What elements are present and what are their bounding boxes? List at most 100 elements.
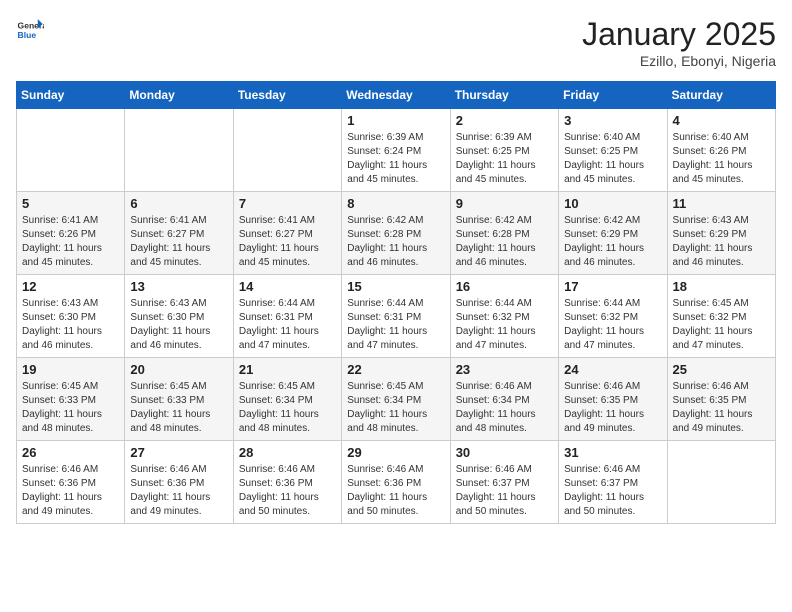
weekday-header-saturday: Saturday: [667, 82, 775, 109]
day-info: Sunrise: 6:39 AMSunset: 6:25 PMDaylight:…: [456, 131, 553, 187]
logo-icon: General Blue: [16, 16, 44, 44]
day-number: 7: [239, 196, 336, 211]
calendar-cell: 18 Sunrise: 6:45 AMSunset: 6:32 PMDayligh…: [667, 275, 775, 358]
calendar-cell: 4 Sunrise: 6:40 AMSunset: 6:26 PMDaylight…: [667, 109, 775, 192]
calendar-cell: 16Sunrise: 6:44 AMSunset: 6:32 PMDayligh…: [450, 275, 558, 358]
week-row-3: 12 Sunrise: 6:43 AMSunset: 6:30 PMDayligh…: [17, 275, 776, 358]
day-info: Sunrise: 6:42 AMSunset: 6:28 PMDaylight:…: [347, 214, 444, 270]
day-number: 11: [673, 196, 770, 211]
day-info: Sunrise: 6:42 AMSunset: 6:29 PMDaylight:…: [564, 214, 661, 270]
calendar-cell: 25 Sunrise: 6:46 AMSunset: 6:35 PMDayligh…: [667, 358, 775, 441]
day-info: Sunrise: 6:44 AMSunset: 6:31 PMDaylight:…: [239, 297, 336, 353]
day-info: Sunrise: 6:45 AMSunset: 6:33 PMDaylight:…: [130, 380, 227, 436]
calendar-cell: 29 Sunrise: 6:46 AMSunset: 6:36 PMDayligh…: [342, 441, 450, 524]
day-number: 8: [347, 196, 444, 211]
day-info: Sunrise: 6:41 AMSunset: 6:26 PMDaylight:…: [22, 214, 119, 270]
calendar-cell: 30 Sunrise: 6:46 AMSunset: 6:37 PMDayligh…: [450, 441, 558, 524]
day-number: 1: [347, 113, 444, 128]
calendar-cell: 6 Sunrise: 6:41 AMSunset: 6:27 PMDaylight…: [125, 192, 233, 275]
day-info: Sunrise: 6:44 AMSunset: 6:32 PMDaylight:…: [456, 297, 553, 353]
day-info: Sunrise: 6:45 AMSunset: 6:32 PMDaylight:…: [673, 297, 770, 353]
calendar-cell: 13 Sunrise: 6:43 AMSunset: 6:30 PMDayligh…: [125, 275, 233, 358]
calendar-cell: 24Sunrise: 6:46 AMSunset: 6:35 PMDayligh…: [559, 358, 667, 441]
weekday-header-monday: Monday: [125, 82, 233, 109]
day-info: Sunrise: 6:41 AMSunset: 6:27 PMDaylight:…: [239, 214, 336, 270]
subtitle: Ezillo, Ebonyi, Nigeria: [582, 53, 776, 69]
weekday-header-wednesday: Wednesday: [342, 82, 450, 109]
day-number: 14: [239, 279, 336, 294]
day-number: 18: [673, 279, 770, 294]
calendar-cell: 21 Sunrise: 6:45 AMSunset: 6:34 PMDayligh…: [233, 358, 341, 441]
day-info: Sunrise: 6:45 AMSunset: 6:34 PMDaylight:…: [347, 380, 444, 436]
calendar-cell: [233, 109, 341, 192]
calendar-cell: 5 Sunrise: 6:41 AMSunset: 6:26 PMDaylight…: [17, 192, 125, 275]
calendar-cell: [667, 441, 775, 524]
day-number: 15: [347, 279, 444, 294]
day-number: 17: [564, 279, 661, 294]
day-info: Sunrise: 6:46 AMSunset: 6:36 PMDaylight:…: [22, 463, 119, 519]
day-info: Sunrise: 6:43 AMSunset: 6:30 PMDaylight:…: [22, 297, 119, 353]
day-info: Sunrise: 6:44 AMSunset: 6:31 PMDaylight:…: [347, 297, 444, 353]
weekday-header-sunday: Sunday: [17, 82, 125, 109]
calendar-cell: 23 Sunrise: 6:46 AMSunset: 6:34 PMDayligh…: [450, 358, 558, 441]
day-number: 6: [130, 196, 227, 211]
calendar-cell: 26 Sunrise: 6:46 AMSunset: 6:36 PMDayligh…: [17, 441, 125, 524]
svg-text:Blue: Blue: [18, 30, 37, 40]
day-number: 2: [456, 113, 553, 128]
calendar-cell: 19 Sunrise: 6:45 AMSunset: 6:33 PMDayligh…: [17, 358, 125, 441]
calendar-cell: 14 Sunrise: 6:44 AMSunset: 6:31 PMDayligh…: [233, 275, 341, 358]
day-info: Sunrise: 6:46 AMSunset: 6:37 PMDaylight:…: [564, 463, 661, 519]
weekday-header-tuesday: Tuesday: [233, 82, 341, 109]
day-number: 10: [564, 196, 661, 211]
day-info: Sunrise: 6:41 AMSunset: 6:27 PMDaylight:…: [130, 214, 227, 270]
day-info: Sunrise: 6:46 AMSunset: 6:37 PMDaylight:…: [456, 463, 553, 519]
day-number: 21: [239, 362, 336, 377]
logo: General Blue: [16, 16, 44, 44]
day-number: 29: [347, 445, 444, 460]
title-block: January 2025 Ezillo, Ebonyi, Nigeria: [582, 16, 776, 69]
day-info: Sunrise: 6:39 AMSunset: 6:24 PMDaylight:…: [347, 131, 444, 187]
day-number: 23: [456, 362, 553, 377]
day-number: 25: [673, 362, 770, 377]
day-number: 30: [456, 445, 553, 460]
week-row-1: 1 Sunrise: 6:39 AMSunset: 6:24 PMDaylight…: [17, 109, 776, 192]
month-title: January 2025: [582, 16, 776, 53]
day-number: 28: [239, 445, 336, 460]
day-info: Sunrise: 6:43 AMSunset: 6:30 PMDaylight:…: [130, 297, 227, 353]
calendar-cell: 9 Sunrise: 6:42 AMSunset: 6:28 PMDaylight…: [450, 192, 558, 275]
day-info: Sunrise: 6:46 AMSunset: 6:36 PMDaylight:…: [130, 463, 227, 519]
calendar-cell: [125, 109, 233, 192]
calendar-cell: 20Sunrise: 6:45 AMSunset: 6:33 PMDayligh…: [125, 358, 233, 441]
day-number: 12: [22, 279, 119, 294]
day-number: 5: [22, 196, 119, 211]
day-info: Sunrise: 6:45 AMSunset: 6:33 PMDaylight:…: [22, 380, 119, 436]
day-number: 4: [673, 113, 770, 128]
day-info: Sunrise: 6:46 AMSunset: 6:35 PMDaylight:…: [673, 380, 770, 436]
calendar-cell: 12 Sunrise: 6:43 AMSunset: 6:30 PMDayligh…: [17, 275, 125, 358]
calendar-cell: 22 Sunrise: 6:45 AMSunset: 6:34 PMDayligh…: [342, 358, 450, 441]
calendar-cell: 27Sunrise: 6:46 AMSunset: 6:36 PMDayligh…: [125, 441, 233, 524]
day-info: Sunrise: 6:46 AMSunset: 6:34 PMDaylight:…: [456, 380, 553, 436]
day-number: 31: [564, 445, 661, 460]
day-info: Sunrise: 6:40 AMSunset: 6:26 PMDaylight:…: [673, 131, 770, 187]
day-number: 9: [456, 196, 553, 211]
calendar-cell: 10 Sunrise: 6:42 AMSunset: 6:29 PMDayligh…: [559, 192, 667, 275]
calendar-cell: 17 Sunrise: 6:44 AMSunset: 6:32 PMDayligh…: [559, 275, 667, 358]
day-info: Sunrise: 6:44 AMSunset: 6:32 PMDaylight:…: [564, 297, 661, 353]
week-row-4: 19 Sunrise: 6:45 AMSunset: 6:33 PMDayligh…: [17, 358, 776, 441]
calendar-cell: 1 Sunrise: 6:39 AMSunset: 6:24 PMDaylight…: [342, 109, 450, 192]
day-number: 26: [22, 445, 119, 460]
calendar-cell: 3Sunrise: 6:40 AMSunset: 6:25 PMDaylight…: [559, 109, 667, 192]
day-info: Sunrise: 6:46 AMSunset: 6:36 PMDaylight:…: [347, 463, 444, 519]
day-info: Sunrise: 6:42 AMSunset: 6:28 PMDaylight:…: [456, 214, 553, 270]
day-number: 22: [347, 362, 444, 377]
calendar-cell: 28Sunrise: 6:46 AMSunset: 6:36 PMDayligh…: [233, 441, 341, 524]
day-number: 13: [130, 279, 227, 294]
day-info: Sunrise: 6:45 AMSunset: 6:34 PMDaylight:…: [239, 380, 336, 436]
page-header: General Blue January 2025 Ezillo, Ebonyi…: [16, 16, 776, 69]
day-info: Sunrise: 6:40 AMSunset: 6:25 PMDaylight:…: [564, 131, 661, 187]
calendar-cell: 7 Sunrise: 6:41 AMSunset: 6:27 PMDaylight…: [233, 192, 341, 275]
day-number: 19: [22, 362, 119, 377]
week-row-5: 26 Sunrise: 6:46 AMSunset: 6:36 PMDayligh…: [17, 441, 776, 524]
calendar-cell: 11Sunrise: 6:43 AMSunset: 6:29 PMDayligh…: [667, 192, 775, 275]
